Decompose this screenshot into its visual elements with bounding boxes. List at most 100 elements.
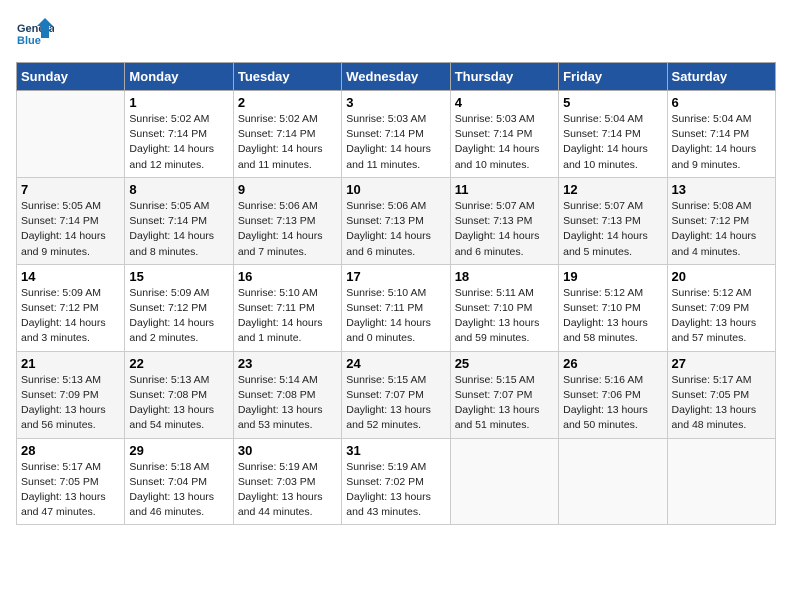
day-number: 23 <box>238 356 337 371</box>
calendar-cell <box>559 438 667 525</box>
day-info: Sunrise: 5:02 AM Sunset: 7:14 PM Dayligh… <box>129 112 228 173</box>
day-number: 4 <box>455 95 554 110</box>
calendar-week-5: 28 Sunrise: 5:17 AM Sunset: 7:05 PM Dayli… <box>17 438 776 525</box>
day-number: 18 <box>455 269 554 284</box>
calendar-cell: 26 Sunrise: 5:16 AM Sunset: 7:06 PM Dayli… <box>559 351 667 438</box>
day-info: Sunrise: 5:14 AM Sunset: 7:08 PM Dayligh… <box>238 373 337 434</box>
day-number: 19 <box>563 269 662 284</box>
calendar-cell: 21 Sunrise: 5:13 AM Sunset: 7:09 PM Dayli… <box>17 351 125 438</box>
day-number: 3 <box>346 95 445 110</box>
calendar-cell: 20 Sunrise: 5:12 AM Sunset: 7:09 PM Dayli… <box>667 264 775 351</box>
calendar-cell: 1 Sunrise: 5:02 AM Sunset: 7:14 PM Daylig… <box>125 91 233 178</box>
day-number: 24 <box>346 356 445 371</box>
weekday-header-saturday: Saturday <box>667 63 775 91</box>
day-info: Sunrise: 5:04 AM Sunset: 7:14 PM Dayligh… <box>563 112 662 173</box>
day-number: 13 <box>672 182 771 197</box>
calendar-cell <box>667 438 775 525</box>
weekday-header-wednesday: Wednesday <box>342 63 450 91</box>
day-info: Sunrise: 5:17 AM Sunset: 7:05 PM Dayligh… <box>21 460 120 521</box>
day-info: Sunrise: 5:07 AM Sunset: 7:13 PM Dayligh… <box>563 199 662 260</box>
day-number: 16 <box>238 269 337 284</box>
day-number: 25 <box>455 356 554 371</box>
page-header: General Blue <box>16 16 776 54</box>
calendar-cell: 31 Sunrise: 5:19 AM Sunset: 7:02 PM Dayli… <box>342 438 450 525</box>
calendar-cell: 14Sunrise: 5:09 AM Sunset: 7:12 PM Dayli… <box>17 264 125 351</box>
calendar-cell: 16 Sunrise: 5:10 AM Sunset: 7:11 PM Dayli… <box>233 264 341 351</box>
calendar-cell: 12 Sunrise: 5:07 AM Sunset: 7:13 PM Dayli… <box>559 177 667 264</box>
day-number: 8 <box>129 182 228 197</box>
calendar-cell: 3Sunrise: 5:03 AM Sunset: 7:14 PM Daylig… <box>342 91 450 178</box>
weekday-header-monday: Monday <box>125 63 233 91</box>
calendar-cell: 4 Sunrise: 5:03 AM Sunset: 7:14 PM Daylig… <box>450 91 558 178</box>
day-info: Sunrise: 5:05 AM Sunset: 7:14 PM Dayligh… <box>21 199 120 260</box>
weekday-header-thursday: Thursday <box>450 63 558 91</box>
calendar-table: SundayMondayTuesdayWednesdayThursdayFrid… <box>16 62 776 525</box>
day-info: Sunrise: 5:18 AM Sunset: 7:04 PM Dayligh… <box>129 460 228 521</box>
day-number: 21 <box>21 356 120 371</box>
day-number: 17 <box>346 269 445 284</box>
svg-text:Blue: Blue <box>17 35 41 47</box>
calendar-cell: 9 Sunrise: 5:06 AM Sunset: 7:13 PM Daylig… <box>233 177 341 264</box>
day-info: Sunrise: 5:13 AM Sunset: 7:08 PM Dayligh… <box>129 373 228 434</box>
calendar-week-3: 14Sunrise: 5:09 AM Sunset: 7:12 PM Dayli… <box>17 264 776 351</box>
day-number: 9 <box>238 182 337 197</box>
day-info: Sunrise: 5:15 AM Sunset: 7:07 PM Dayligh… <box>455 373 554 434</box>
day-number: 6 <box>672 95 771 110</box>
day-number: 26 <box>563 356 662 371</box>
day-info: Sunrise: 5:10 AM Sunset: 7:11 PM Dayligh… <box>346 286 445 347</box>
day-number: 27 <box>672 356 771 371</box>
day-info: Sunrise: 5:19 AM Sunset: 7:02 PM Dayligh… <box>346 460 445 521</box>
calendar-cell: 13 Sunrise: 5:08 AM Sunset: 7:12 PM Dayli… <box>667 177 775 264</box>
day-number: 1 <box>129 95 228 110</box>
calendar-cell <box>17 91 125 178</box>
day-info: Sunrise: 5:05 AM Sunset: 7:14 PM Dayligh… <box>129 199 228 260</box>
calendar-cell: 2Sunrise: 5:02 AM Sunset: 7:14 PM Daylig… <box>233 91 341 178</box>
day-info: Sunrise: 5:04 AM Sunset: 7:14 PM Dayligh… <box>672 112 771 173</box>
calendar-cell: 5Sunrise: 5:04 AM Sunset: 7:14 PM Daylig… <box>559 91 667 178</box>
calendar-cell: 30Sunrise: 5:19 AM Sunset: 7:03 PM Dayli… <box>233 438 341 525</box>
calendar-cell: 6 Sunrise: 5:04 AM Sunset: 7:14 PM Daylig… <box>667 91 775 178</box>
day-info: Sunrise: 5:12 AM Sunset: 7:09 PM Dayligh… <box>672 286 771 347</box>
day-number: 31 <box>346 443 445 458</box>
calendar-cell: 29 Sunrise: 5:18 AM Sunset: 7:04 PM Dayli… <box>125 438 233 525</box>
day-number: 22 <box>129 356 228 371</box>
day-info: Sunrise: 5:06 AM Sunset: 7:13 PM Dayligh… <box>238 199 337 260</box>
calendar-cell: 19Sunrise: 5:12 AM Sunset: 7:10 PM Dayli… <box>559 264 667 351</box>
calendar-week-1: 1 Sunrise: 5:02 AM Sunset: 7:14 PM Daylig… <box>17 91 776 178</box>
calendar-cell: 18Sunrise: 5:11 AM Sunset: 7:10 PM Dayli… <box>450 264 558 351</box>
day-info: Sunrise: 5:17 AM Sunset: 7:05 PM Dayligh… <box>672 373 771 434</box>
weekday-header-friday: Friday <box>559 63 667 91</box>
day-info: Sunrise: 5:10 AM Sunset: 7:11 PM Dayligh… <box>238 286 337 347</box>
day-info: Sunrise: 5:06 AM Sunset: 7:13 PM Dayligh… <box>346 199 445 260</box>
day-info: Sunrise: 5:13 AM Sunset: 7:09 PM Dayligh… <box>21 373 120 434</box>
calendar-cell: 27 Sunrise: 5:17 AM Sunset: 7:05 PM Dayli… <box>667 351 775 438</box>
day-number: 20 <box>672 269 771 284</box>
day-number: 12 <box>563 182 662 197</box>
calendar-cell: 8 Sunrise: 5:05 AM Sunset: 7:14 PM Daylig… <box>125 177 233 264</box>
day-info: Sunrise: 5:03 AM Sunset: 7:14 PM Dayligh… <box>455 112 554 173</box>
day-info: Sunrise: 5:08 AM Sunset: 7:12 PM Dayligh… <box>672 199 771 260</box>
day-number: 29 <box>129 443 228 458</box>
day-number: 28 <box>21 443 120 458</box>
day-info: Sunrise: 5:09 AM Sunset: 7:12 PM Dayligh… <box>129 286 228 347</box>
calendar-cell: 28 Sunrise: 5:17 AM Sunset: 7:05 PM Dayli… <box>17 438 125 525</box>
calendar-week-2: 7 Sunrise: 5:05 AM Sunset: 7:14 PM Daylig… <box>17 177 776 264</box>
calendar-cell <box>450 438 558 525</box>
calendar-week-4: 21 Sunrise: 5:13 AM Sunset: 7:09 PM Dayli… <box>17 351 776 438</box>
day-number: 2 <box>238 95 337 110</box>
calendar-cell: 7 Sunrise: 5:05 AM Sunset: 7:14 PM Daylig… <box>17 177 125 264</box>
calendar-cell: 23 Sunrise: 5:14 AM Sunset: 7:08 PM Dayli… <box>233 351 341 438</box>
day-info: Sunrise: 5:19 AM Sunset: 7:03 PM Dayligh… <box>238 460 337 521</box>
weekday-header-row: SundayMondayTuesdayWednesdayThursdayFrid… <box>17 63 776 91</box>
calendar-cell: 11Sunrise: 5:07 AM Sunset: 7:13 PM Dayli… <box>450 177 558 264</box>
calendar-cell: 25 Sunrise: 5:15 AM Sunset: 7:07 PM Dayli… <box>450 351 558 438</box>
calendar-cell: 15Sunrise: 5:09 AM Sunset: 7:12 PM Dayli… <box>125 264 233 351</box>
calendar-cell: 24 Sunrise: 5:15 AM Sunset: 7:07 PM Dayli… <box>342 351 450 438</box>
calendar-cell: 22 Sunrise: 5:13 AM Sunset: 7:08 PM Dayli… <box>125 351 233 438</box>
day-info: Sunrise: 5:16 AM Sunset: 7:06 PM Dayligh… <box>563 373 662 434</box>
day-info: Sunrise: 5:15 AM Sunset: 7:07 PM Dayligh… <box>346 373 445 434</box>
calendar-cell: 10Sunrise: 5:06 AM Sunset: 7:13 PM Dayli… <box>342 177 450 264</box>
weekday-header-tuesday: Tuesday <box>233 63 341 91</box>
day-number: 7 <box>21 182 120 197</box>
day-info: Sunrise: 5:09 AM Sunset: 7:12 PM Dayligh… <box>21 286 120 347</box>
